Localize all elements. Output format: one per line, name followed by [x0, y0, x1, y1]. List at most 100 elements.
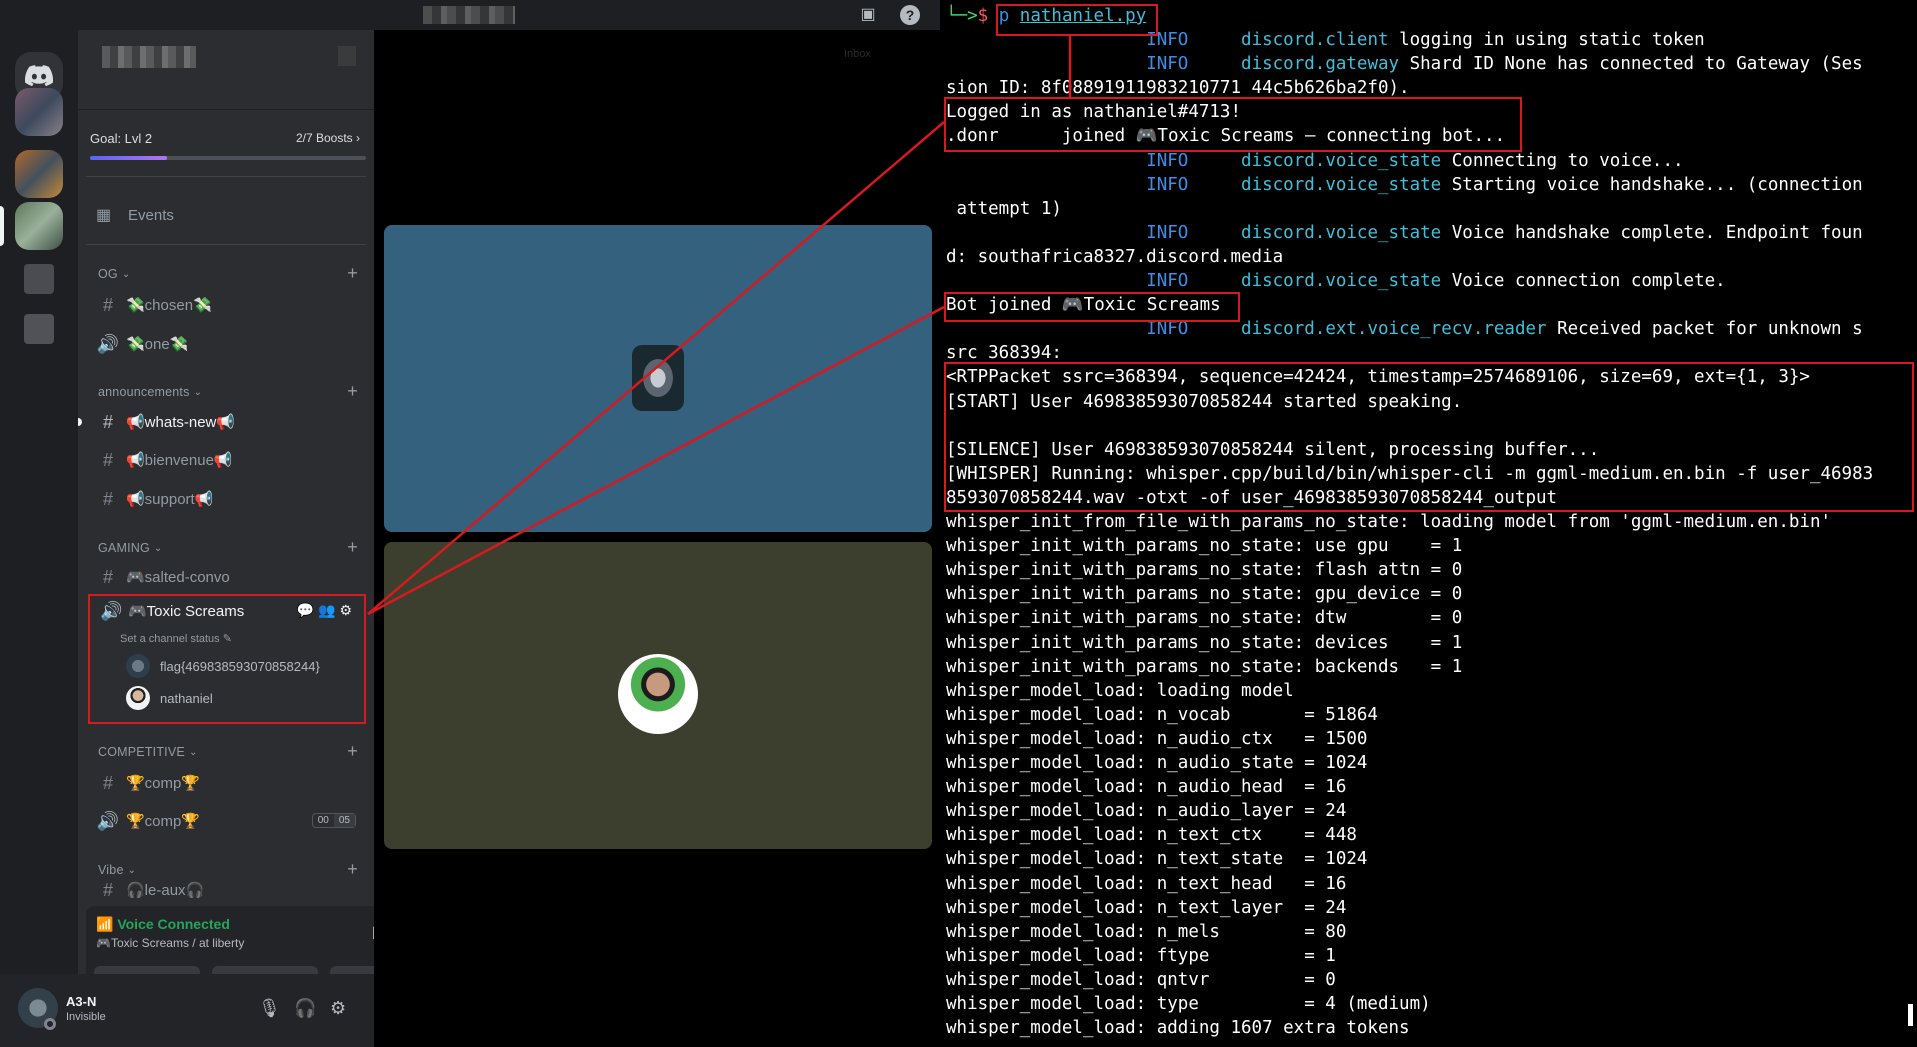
voice-channel-tools[interactable]: 💬👥⚙ [297, 602, 356, 619]
channel-whats-new[interactable]: # 📢whats-new📢 [78, 405, 366, 439]
text-channel-icon: # [102, 566, 113, 587]
add-channel-icon[interactable]: + [347, 860, 358, 878]
channel-comp-text[interactable]: # 🏆comp🏆 [86, 766, 366, 800]
channel-bienvenue[interactable]: # 📢bienvenue📢 [86, 443, 366, 477]
avatar [126, 654, 150, 678]
channel-le-aux[interactable]: # 🎧le-aux🎧 [86, 880, 366, 900]
output-line: whisper_model_load: n_text_state = 1024 [946, 849, 1368, 870]
log-line: INFO discord.voice_state Voice handshake… [946, 221, 1862, 245]
divider [86, 176, 366, 177]
output-line: whisper_model_load: adding 1607 extra to… [946, 1018, 1410, 1039]
voice-channel-icon: 🔊 [96, 810, 120, 831]
voice-channel-name: 🎮Toxic Screams [128, 603, 245, 620]
log-level: INFO [1146, 271, 1189, 291]
inbox-icon[interactable]: ▣ [858, 5, 878, 25]
server-icon-3[interactable] [15, 202, 63, 250]
output-line: whisper_model_load: n_mels = 80 [946, 921, 1347, 942]
chevron-down-icon: ⌄ [121, 268, 131, 280]
log-message: Voice connection complete. [1441, 271, 1726, 291]
log-level: INFO [1146, 150, 1189, 171]
username[interactable]: A3-N [66, 994, 96, 1009]
output-line: whisper_model_load: n_vocab = 51864 [946, 704, 1378, 725]
category-og[interactable]: OG ⌄ + [98, 264, 358, 284]
help-icon[interactable]: ? [900, 5, 920, 25]
voice-connected-status[interactable]: 📶 Voice Connected [96, 916, 230, 933]
log-line: INFO discord.gateway Shard ID None has c… [946, 52, 1863, 76]
channel-comp-voice[interactable]: 🔊 🏆comp🏆 00 05 [86, 804, 366, 838]
output-line: whisper_model_load: type = 4 (medium) [946, 994, 1431, 1014]
user-panel: A3-N Invisible 🎙 🎧 ⚙ [0, 974, 374, 1047]
output-line: whisper_model_load: n_audio_state = 1024 [946, 753, 1368, 773]
output-line: whisper_model_load: loading model [946, 680, 1294, 701]
boost-goal[interactable]: Goal: Lvl 2 2/7 Boosts › [78, 98, 374, 168]
discord-logo-icon [25, 65, 53, 87]
channel-support[interactable]: # 📢support📢 [86, 482, 366, 516]
voice-location[interactable]: 🎮Toxic Screams / at liberty [96, 936, 244, 950]
voice-user-nathaniel[interactable]: nathaniel [126, 684, 213, 712]
server-icon-1[interactable] [15, 88, 63, 136]
output-line: whisper_init_from_file_with_params_no_st… [946, 512, 1832, 532]
terminal-window[interactable]: └─>$ p nathaniel.py INFO discord.client … [940, 0, 1917, 1047]
add-channel-icon[interactable]: + [347, 264, 358, 282]
logger-name: discord.client [1241, 30, 1389, 50]
avatar [632, 345, 684, 411]
highlighted-voice-channel[interactable]: 🔊 🎮Toxic Screams 💬👥⚙ Set a channel statu… [88, 594, 366, 724]
logger-name: discord.voice_state [1241, 150, 1442, 171]
log-message: Shard ID None has connected to Gateway (… [1399, 54, 1863, 75]
channel-chosen[interactable]: # 💸chosen💸 [86, 288, 366, 322]
output-line: d: southafrica8327.discord.media [946, 246, 1284, 267]
annotation-box-command [996, 4, 1158, 36]
boost-progress-fill [90, 156, 168, 160]
output-line: whisper_model_load: ftype = 1 [946, 945, 1336, 966]
log-level: INFO [1146, 222, 1189, 243]
selected-server-indicator [0, 206, 4, 246]
server-icon-4[interactable] [24, 264, 54, 294]
events-label: Events [128, 206, 174, 224]
voice-user-bot[interactable]: flag{469838593070858244} [126, 652, 320, 680]
annotation-box-logged-in [944, 97, 1522, 152]
status-indicator [44, 1018, 56, 1030]
boost-count: 2/7 Boosts › [295, 131, 360, 145]
log-line: INFO discord.voice_state Connecting to v… [946, 149, 1683, 173]
text-channel-icon: # [102, 772, 113, 793]
avatar [126, 686, 150, 710]
add-channel-icon[interactable]: + [347, 382, 358, 400]
output-line: whisper_model_load: n_text_ctx = 448 [946, 825, 1357, 846]
text-channel-icon: # [102, 880, 113, 900]
category-competitive[interactable]: COMPETITIVE ⌄ + [98, 742, 358, 762]
channel-status-prompt[interactable]: Set a channel status ✎ [120, 632, 232, 645]
server-icon-2[interactable] [15, 150, 63, 198]
category-gaming[interactable]: GAMING ⌄ + [98, 538, 358, 558]
logger-name: discord.voice_state [1241, 271, 1442, 291]
divider [86, 244, 366, 245]
output-line: attempt 1) [946, 198, 1062, 219]
title-bar: ▣ ? [0, 0, 940, 30]
output-line: whisper_init_with_params_no_state: flash… [946, 560, 1463, 581]
channel-salted-convo[interactable]: # 🎮salted-convo [86, 560, 366, 594]
voice-tile-nathaniel[interactable] [384, 542, 932, 849]
output-line: whisper_model_load: qntvr = 0 [946, 969, 1336, 990]
gear-icon[interactable]: ⚙ [330, 998, 346, 1019]
channel-one[interactable]: 🔊 💸one💸 [86, 327, 366, 361]
logger-name: discord.gateway [1241, 54, 1400, 75]
headphones-icon[interactable]: 🎧 [294, 998, 316, 1019]
log-message: logging in using static token [1388, 30, 1705, 50]
voice-tile-bot[interactable] [384, 225, 932, 532]
add-channel-icon[interactable]: + [347, 538, 358, 556]
output-line: whisper_init_with_params_no_state: dtw =… [946, 608, 1463, 629]
output-line: whisper_model_load: n_audio_ctx = 1500 [946, 728, 1368, 749]
microphone-icon[interactable]: 🎙 [258, 998, 281, 1019]
log-line: INFO discord.voice_state Voice connectio… [946, 269, 1726, 293]
boost-progress-bar [90, 156, 366, 160]
chevron-down-icon: ⌄ [188, 746, 198, 758]
server-icon-5[interactable] [24, 314, 54, 344]
category-vibe[interactable]: Vibe ⌄ + [98, 860, 358, 880]
output-line: whisper_init_with_params_no_state: backe… [946, 656, 1463, 677]
add-channel-icon[interactable]: + [347, 742, 358, 760]
logger-name: discord.voice_state [1241, 222, 1442, 243]
discord-window: ▣ ? Goal: Lvl 2 2/7 Boosts › ▦ Events OG… [0, 0, 940, 1047]
server-rail [0, 30, 78, 1047]
text-channel-icon: # [102, 449, 113, 470]
events-button[interactable]: ▦ Events [86, 198, 366, 232]
category-announcements[interactable]: announcements ⌄ + [98, 382, 358, 402]
